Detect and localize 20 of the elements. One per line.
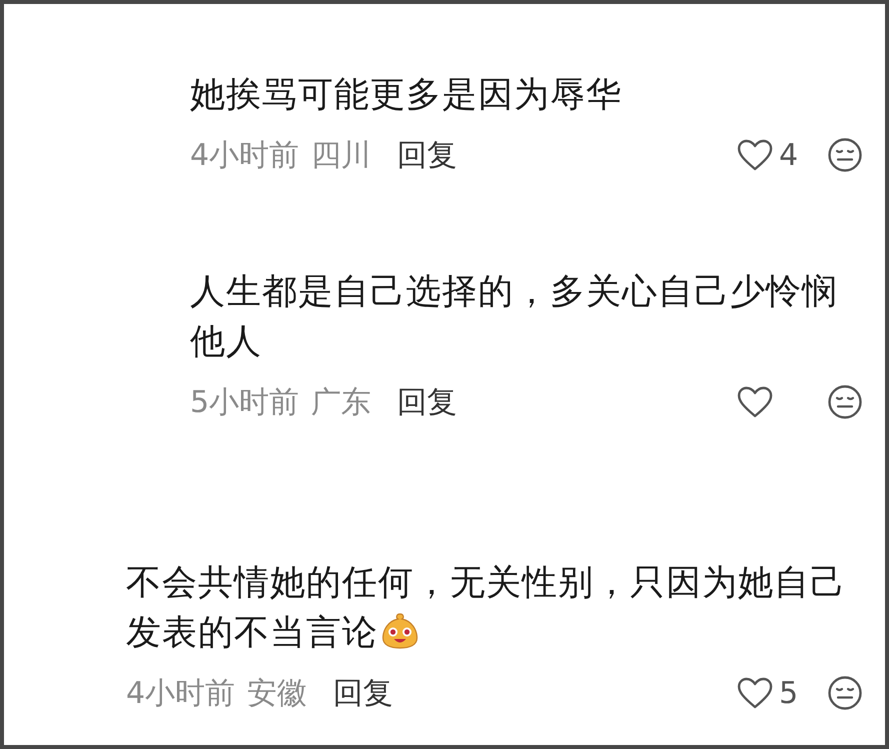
comment-text: 不会共情她的任何，无关性别，只因为她自己发表的不当言论 [126, 562, 847, 655]
face-icon[interactable] [827, 384, 863, 420]
like-count: 5 [779, 676, 798, 710]
comment-time: 4小时前 [126, 674, 236, 712]
like-count: 4 [779, 138, 798, 172]
comment-location: 四川 [311, 136, 372, 174]
comment-text: 她挨骂可能更多是因为辱华 [190, 74, 623, 117]
comment-time: 5小时前 [190, 384, 300, 422]
comment-location: 安徽 [247, 674, 308, 712]
comment-time: 4小时前 [190, 136, 300, 174]
heart-icon[interactable] [737, 677, 773, 709]
reply-link[interactable]: 回复 [333, 672, 394, 714]
reply-link[interactable]: 回复 [397, 382, 458, 422]
comment-text: 人生都是自己选择的，多关心自己少怜悯他人 [190, 271, 839, 364]
reply-link[interactable]: 回复 [397, 134, 458, 176]
comment-location: 广东 [311, 384, 372, 422]
face-icon[interactable] [827, 675, 863, 711]
heart-icon[interactable] [737, 139, 773, 171]
heart-icon[interactable] [737, 386, 773, 418]
face-icon[interactable] [827, 137, 863, 173]
